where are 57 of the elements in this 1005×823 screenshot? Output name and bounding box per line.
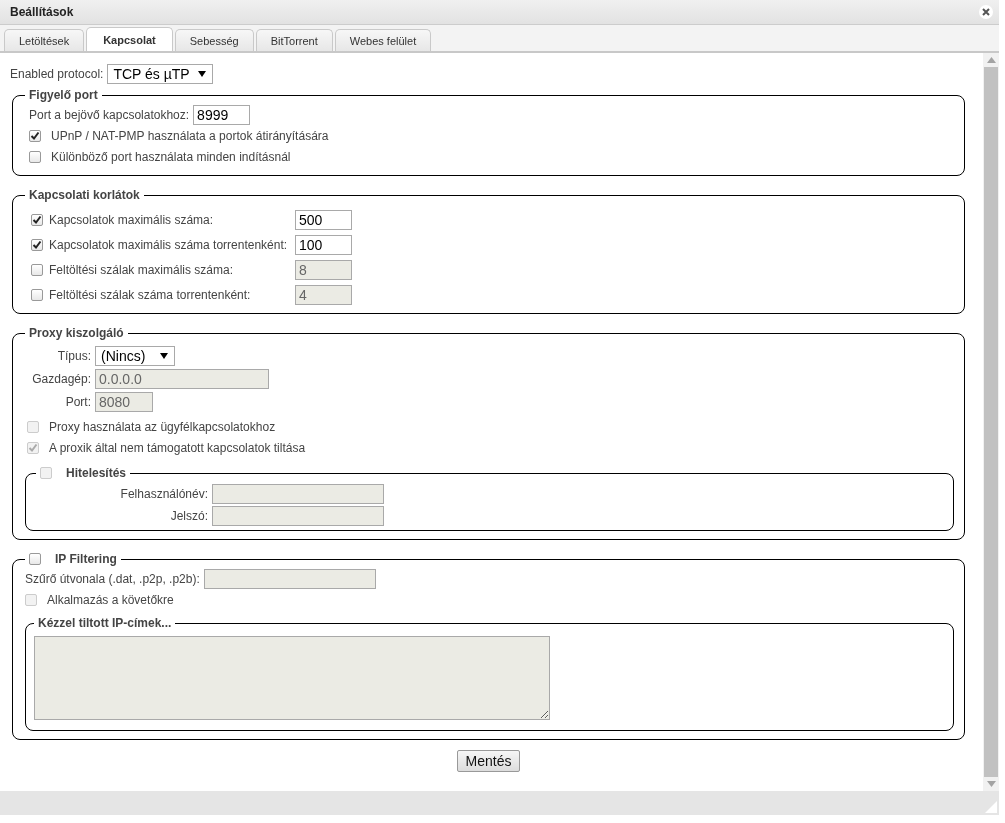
group-title: Hitelesítés	[66, 466, 127, 480]
option-label: A proxik által nem támogatott kapcsolatok tiltása	[49, 440, 306, 455]
port-field[interactable]: 8080	[95, 392, 153, 412]
protocol-dropdown[interactable]: TCP és µTP	[107, 63, 213, 84]
tab[interactable]: Sebesség	[174, 29, 254, 51]
filter-path-field[interactable]	[203, 568, 376, 589]
limit-label: Feltöltési szálak száma torrentenként:	[49, 288, 252, 302]
port-label: Port:	[64, 395, 91, 409]
checkbox[interactable]	[31, 214, 43, 226]
group-title: Figyelő port	[29, 88, 98, 102]
close-icon[interactable]	[979, 5, 993, 19]
checkbox[interactable]	[31, 289, 43, 301]
type-dropdown[interactable]: (Nincs)	[95, 346, 175, 366]
option-label: Proxy használata az ügyfélkapcsolatokhoz	[49, 419, 276, 434]
limit-field[interactable]: 500	[295, 210, 352, 230]
scrollbar[interactable]	[983, 53, 999, 791]
checkbox[interactable]	[29, 129, 41, 142]
host-field[interactable]: 0.0.0.0	[95, 369, 269, 389]
scroll-down-arrow-icon[interactable]	[986, 781, 996, 787]
group-title: Kapcsolati korlátok	[29, 188, 140, 202]
tab[interactable]: Webes felület	[334, 29, 432, 51]
group-title: Proxy kiszolgáló	[29, 326, 124, 340]
caret-icon	[160, 353, 168, 359]
password-field[interactable]	[212, 506, 384, 526]
username-label: Felhasználónév:	[119, 487, 208, 501]
window-title: Beállítások	[10, 5, 74, 19]
port-field[interactable]: 8999	[193, 104, 251, 125]
banned-ips-textarea[interactable]	[34, 636, 550, 720]
caret-icon	[197, 70, 206, 77]
save-button[interactable]: Mentés	[456, 750, 521, 772]
username-field[interactable]	[212, 484, 384, 504]
port-label: Port a bejövő kapcsolatokhoz:	[29, 107, 190, 122]
tab[interactable]: BitTorrent	[255, 29, 333, 51]
checkbox[interactable]	[31, 264, 43, 276]
password-label: Jelszó:	[169, 509, 208, 523]
checkbox[interactable]	[31, 239, 43, 251]
option-label: UPnP / NAT-PMP használata a portok átirányítására	[51, 128, 329, 143]
scroll-up-arrow-icon[interactable]	[986, 57, 996, 63]
group-title: Kézzel tiltott IP-címek...	[38, 616, 172, 630]
limit-field[interactable]: 4	[295, 285, 352, 305]
option-label: Különböző port használata minden indításnál	[51, 149, 291, 164]
group-title: IP Filtering	[55, 552, 117, 566]
protocol-label: Enabled protocol:	[10, 66, 104, 81]
filter-path-label: Szűrő útvonala (.dat, .p2p, .p2b):	[25, 571, 200, 586]
tab[interactable]: Letöltések	[4, 29, 85, 51]
limit-label: Kapcsolatok maximális száma torrentenként:	[49, 238, 289, 252]
type-label: Típus:	[56, 349, 91, 363]
limit-field[interactable]: 8	[295, 260, 352, 280]
option-label: Alkalmazás a követőkre	[47, 592, 174, 607]
tab[interactable]: Kapcsolat	[86, 27, 173, 51]
host-label: Gazdagép:	[31, 372, 91, 386]
checkbox[interactable]	[29, 150, 41, 163]
limit-label: Kapcsolatok maximális száma:	[49, 213, 215, 227]
checkbox[interactable]	[29, 553, 41, 565]
resize-grip-icon[interactable]	[985, 801, 997, 813]
limit-label: Feltöltési szálak maximális száma:	[49, 263, 235, 277]
limit-field[interactable]: 100	[295, 235, 352, 255]
